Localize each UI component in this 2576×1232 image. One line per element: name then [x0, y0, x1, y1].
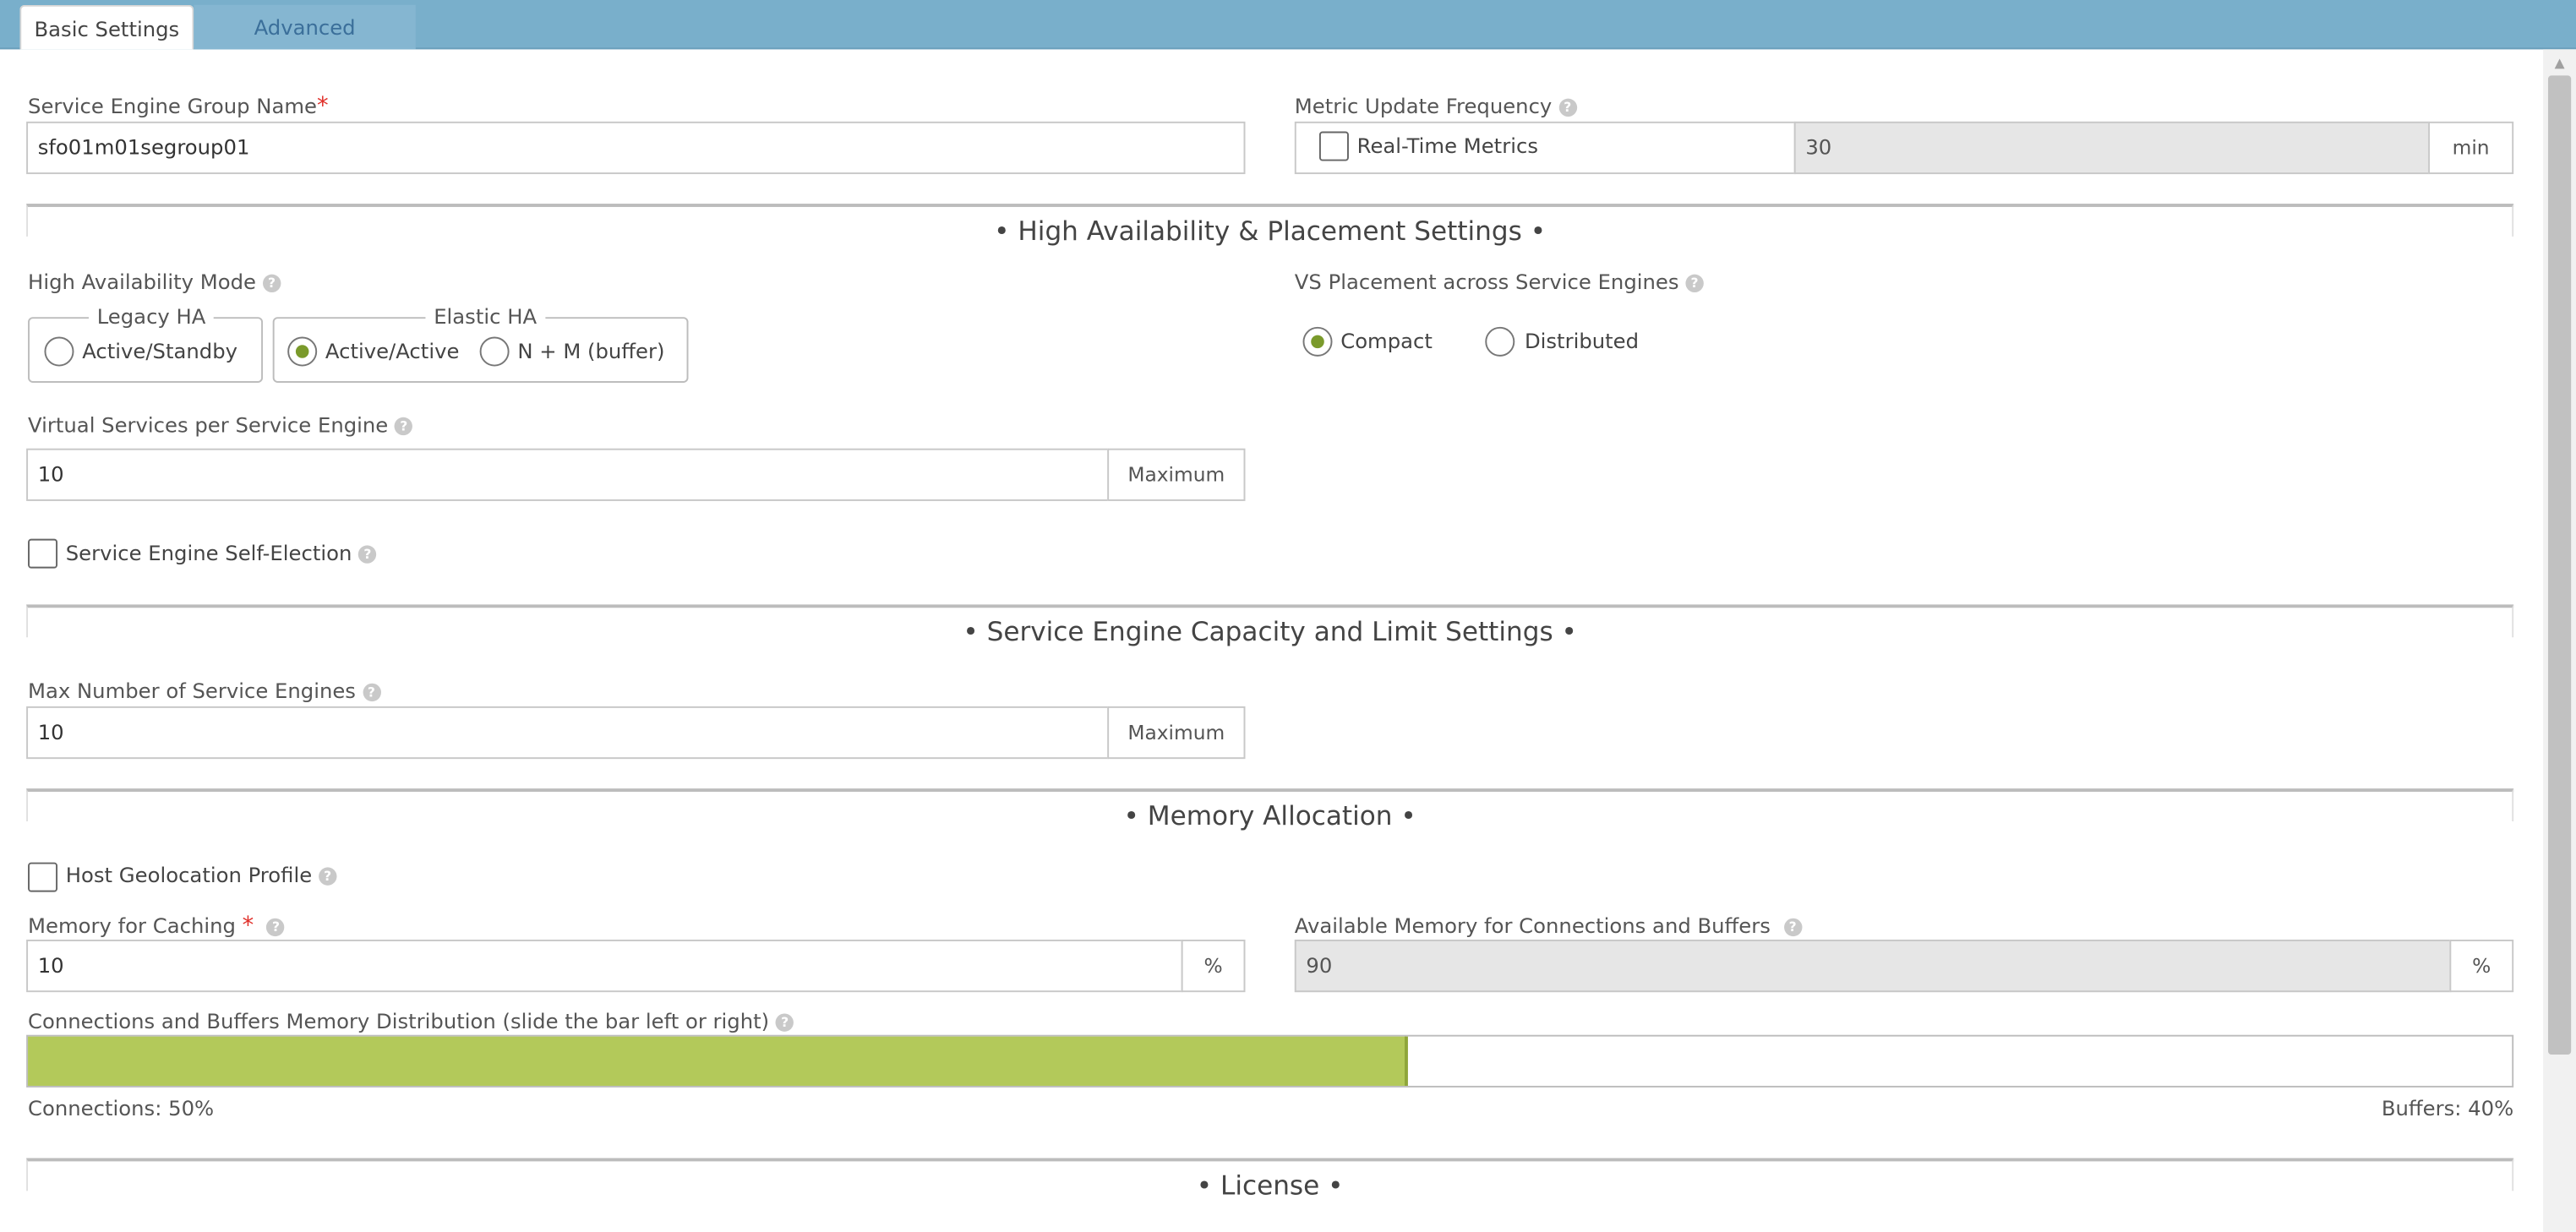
radio-compact[interactable]: [1302, 326, 1333, 357]
compact-label: Compact: [1340, 328, 1433, 353]
scroll-up-arrow-icon[interactable]: ▲: [2548, 54, 2571, 74]
active-standby-label: Active/Standby: [82, 338, 238, 363]
question-circle-icon: ?: [266, 918, 286, 937]
question-circle-icon: ?: [1685, 274, 1704, 293]
max-se-label-text: Max Number of Service Engines: [28, 678, 356, 704]
ha-mode-label: High Availability Mode?: [28, 270, 281, 294]
se-group-name-label-text: Service Engine Group Name: [28, 93, 317, 118]
metric-update-label-text: Metric Update Frequency: [1294, 93, 1553, 118]
distributed-label: Distributed: [1524, 328, 1640, 353]
connections-percent-label: Connections: 50%: [28, 1095, 215, 1120]
host-geo-label: Host Geolocation Profile?: [66, 863, 337, 887]
question-circle-icon: ?: [1783, 918, 1802, 937]
max-se-input[interactable]: 10: [26, 706, 1110, 760]
realtime-metrics-label: Real-Time Metrics: [1356, 133, 1538, 158]
tab-basic-settings[interactable]: Basic Settings: [19, 4, 194, 50]
host-geo-label-text: Host Geolocation Profile: [65, 862, 313, 887]
metric-unit-addon: min: [2428, 121, 2514, 175]
available-memory-input: 90: [1294, 939, 2452, 993]
question-circle-icon: ?: [318, 867, 337, 886]
distribution-label: Connections and Buffers Memory Distribut…: [28, 1009, 794, 1033]
self-election-label-text: Service Engine Self-Election: [65, 540, 352, 565]
question-circle-icon: ?: [262, 274, 281, 293]
max-se-label: Max Number of Service Engines?: [28, 678, 381, 704]
settings-page: Basic Settings Advanced Service Engine G…: [0, 0, 2576, 1232]
memory-distribution-slider[interactable]: [26, 1034, 2514, 1088]
ha-mode-label-text: High Availability Mode: [28, 269, 257, 294]
se-group-name-input[interactable]: sfo01m01segroup01: [26, 121, 1246, 175]
memory-caching-unit: %: [1181, 939, 1246, 993]
distribution-label-text: Connections and Buffers Memory Distribut…: [28, 1008, 770, 1033]
available-memory-label-text: Available Memory for Connections and Buf…: [1294, 913, 1771, 939]
self-election-label: Service Engine Self-Election?: [66, 541, 377, 565]
vs-per-se-addon: Maximum: [1107, 448, 1246, 501]
legacy-ha-legend: Legacy HA: [88, 303, 215, 329]
section-title-license: • License •: [1196, 1169, 1344, 1202]
radio-n-plus-m[interactable]: [479, 336, 510, 367]
question-circle-icon: ?: [1558, 98, 1577, 117]
memory-caching-label-text: Memory for Caching: [28, 913, 236, 939]
slider-handle[interactable]: [1405, 1036, 1408, 1086]
radio-active-active[interactable]: [287, 336, 318, 367]
tab-bar: Basic Settings Advanced: [0, 0, 2576, 50]
host-geo-checkbox[interactable]: [28, 862, 58, 892]
realtime-metrics-checkbox[interactable]: [1318, 131, 1349, 161]
scrollbar-thumb[interactable]: [2547, 75, 2572, 1055]
available-memory-label: Available Memory for Connections and Buf…: [1295, 913, 1802, 938]
vs-placement-label: VS Placement across Service Engines?: [1295, 270, 1704, 294]
vs-per-se-label-text: Virtual Services per Service Engine: [28, 412, 389, 438]
n-plus-m-label: N + M (buffer): [517, 338, 665, 363]
vs-per-se-input[interactable]: 10: [26, 448, 1110, 501]
max-se-addon: Maximum: [1107, 706, 1246, 760]
memory-caching-input[interactable]: 10: [26, 939, 1183, 993]
metric-frequency-input: 30: [1793, 121, 2431, 175]
tab-advanced[interactable]: Advanced: [194, 4, 416, 50]
radio-active-standby[interactable]: [44, 336, 74, 367]
active-active-label: Active/Active: [325, 338, 460, 363]
memory-caching-label: Memory for Caching *?: [28, 913, 286, 940]
elastic-ha-legend: Elastic HA: [425, 303, 545, 329]
question-circle-icon: ?: [395, 417, 413, 436]
vs-per-se-label: Virtual Services per Service Engine?: [28, 412, 413, 438]
radio-distributed[interactable]: [1485, 326, 1515, 357]
question-circle-icon: ?: [362, 683, 381, 702]
se-group-name-label: Service Engine Group Name*: [28, 94, 329, 120]
buffers-percent-label: Buffers: 40%: [2381, 1095, 2514, 1120]
self-election-checkbox[interactable]: [28, 538, 58, 569]
section-title-ha: • High Availability & Placement Settings…: [994, 215, 1547, 247]
available-memory-unit: %: [2449, 939, 2514, 993]
vs-placement-label-text: VS Placement across Service Engines: [1294, 269, 1679, 294]
question-circle-icon: ?: [358, 545, 377, 564]
metric-update-label: Metric Update Frequency?: [1295, 94, 1577, 118]
question-circle-icon: ?: [775, 1013, 794, 1032]
required-marker: *: [242, 913, 254, 940]
section-title-memory: • Memory Allocation •: [1123, 799, 1416, 831]
connections-fill: [28, 1036, 1406, 1086]
required-marker: *: [316, 93, 329, 120]
section-title-capacity: • Service Engine Capacity and Limit Sett…: [963, 616, 1577, 647]
